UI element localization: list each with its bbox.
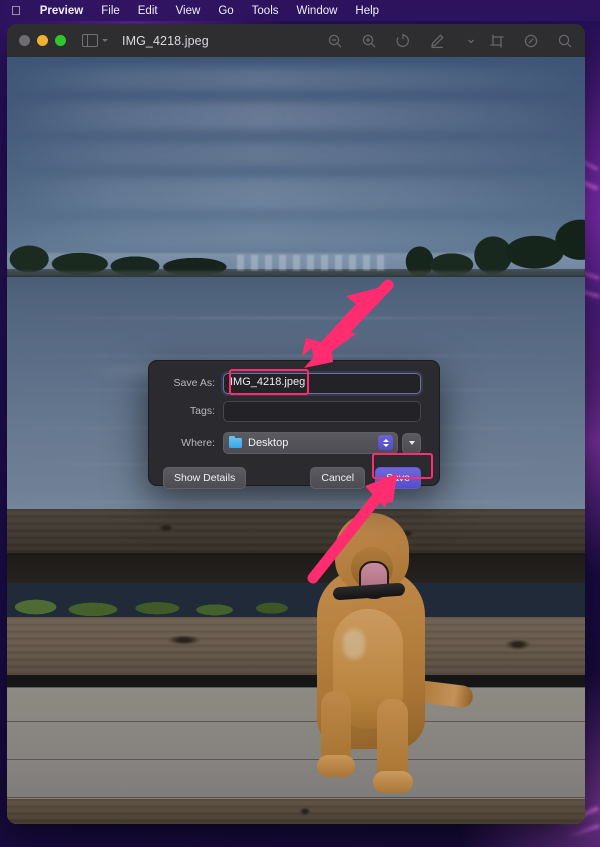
menu-item-preview[interactable]: Preview: [31, 5, 92, 17]
chevron-down-icon: [408, 441, 415, 445]
traffic-lights: [7, 35, 66, 46]
tags-field[interactable]: [223, 400, 421, 422]
chevron-down-icon[interactable]: [463, 33, 474, 49]
photo-bottom-board: [7, 799, 585, 824]
chevron-down-icon: [382, 443, 389, 447]
rotate-icon[interactable]: [395, 33, 411, 49]
save-dialog: Save As: IMG_4218.jpeg Tags: Where: Desk…: [148, 360, 440, 489]
menu-item-view[interactable]: View: [167, 5, 210, 17]
window-titlebar[interactable]: IMG_4218.jpeg: [7, 24, 585, 58]
wallpaper-streak: [566, 824, 600, 839]
chevron-up-icon: [382, 438, 389, 442]
apple-menu-icon[interactable]: : [9, 4, 31, 18]
maximize-button[interactable]: [55, 35, 66, 46]
toolbar: [327, 24, 573, 57]
minimize-button[interactable]: [37, 35, 48, 46]
chevron-down-icon: [102, 39, 108, 42]
photo-dog: [299, 513, 475, 813]
menu-item-window[interactable]: Window: [288, 5, 347, 17]
photo-rail-shadow: [7, 553, 585, 583]
expand-where-button[interactable]: [402, 432, 421, 454]
annotate-icon[interactable]: [523, 33, 539, 49]
menu-item-help[interactable]: Help: [346, 5, 388, 17]
zoom-in-icon[interactable]: [361, 33, 377, 49]
folder-icon: [229, 435, 242, 448]
tags-label: Tags:: [189, 405, 215, 417]
menu-item-go[interactable]: Go: [209, 5, 242, 17]
photo-rail-top: [7, 509, 585, 553]
search-icon[interactable]: [557, 33, 573, 49]
save-as-row: Save As: IMG_4218.jpeg: [149, 361, 439, 394]
where-value: Desktop: [248, 437, 289, 449]
close-button[interactable]: [19, 35, 30, 46]
where-dropdown[interactable]: Desktop: [223, 432, 398, 454]
markup-icon[interactable]: [429, 33, 445, 49]
menu-bar:  Preview File Edit View Go Tools Window…: [0, 0, 600, 21]
window-title: IMG_4218.jpeg: [122, 33, 209, 48]
save-as-value: IMG_4218.jpeg: [230, 376, 306, 388]
save-as-field[interactable]: IMG_4218.jpeg: [223, 372, 421, 394]
menu-item-edit[interactable]: Edit: [129, 5, 167, 17]
cancel-button[interactable]: Cancel: [310, 467, 366, 489]
stepper-icon[interactable]: [378, 435, 393, 450]
photo-skyline-buildings: [237, 255, 387, 271]
menu-item-tools[interactable]: Tools: [243, 5, 288, 17]
photo-deck-gap: [7, 675, 585, 687]
where-row: Where: Desktop: [149, 422, 439, 455]
tags-row: Tags:: [149, 394, 439, 422]
menu-item-file[interactable]: File: [92, 5, 129, 17]
photo-rail-middle: [7, 617, 585, 675]
show-details-button[interactable]: Show Details: [163, 467, 247, 489]
photo-treeline-left: [7, 235, 227, 275]
sidebar-toggle-button[interactable]: [82, 33, 108, 48]
where-label: Where:: [181, 437, 215, 449]
save-as-label: Save As:: [173, 377, 215, 389]
crop-icon[interactable]: [489, 33, 505, 49]
save-button[interactable]: Save: [375, 467, 421, 489]
dialog-button-row: Show Details Cancel Save: [149, 455, 439, 489]
zoom-out-icon[interactable]: [327, 33, 343, 49]
sidebar-icon: [82, 33, 98, 48]
